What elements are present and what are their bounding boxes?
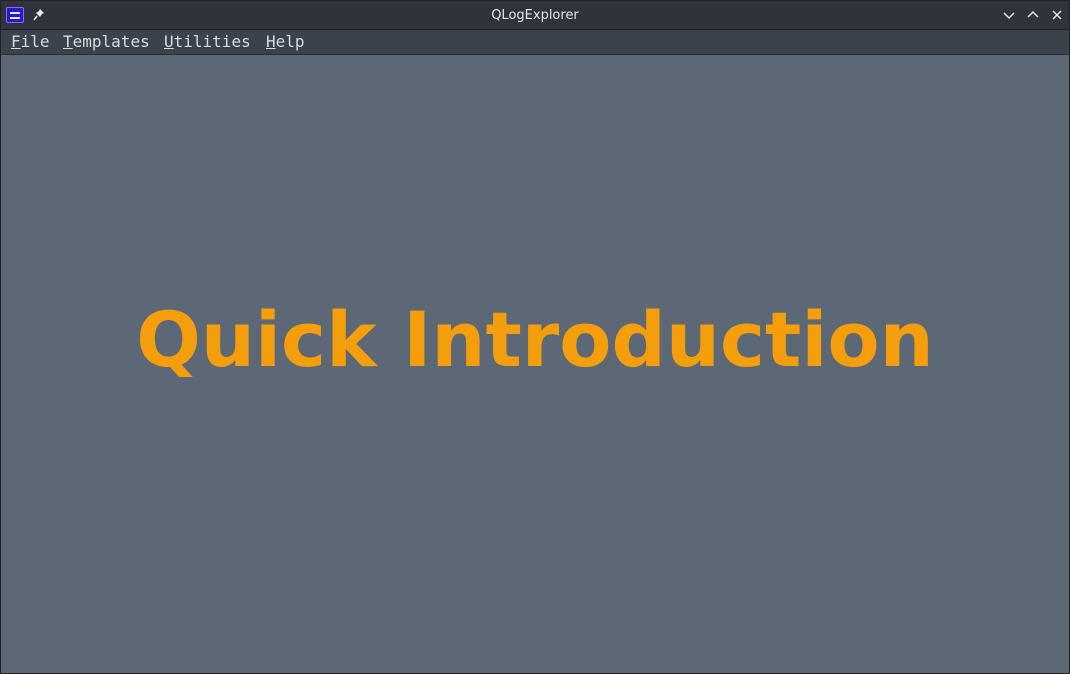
pin-icon[interactable]	[32, 7, 46, 23]
menu-file[interactable]: File	[11, 30, 50, 54]
menu-utilities[interactable]: Utilities	[164, 30, 251, 54]
app-menu-icon[interactable]	[6, 7, 24, 23]
menu-help[interactable]: Help	[266, 30, 305, 54]
menu-templates-label: emplates	[72, 32, 150, 51]
menu-templates[interactable]: Templates	[63, 30, 150, 54]
menu-file-label: ile	[20, 32, 50, 51]
menu-bar: File Templates Utilities Help	[1, 30, 1069, 55]
main-content: Quick Introduction	[1, 55, 1069, 673]
menu-help-mnemonic: H	[266, 32, 276, 51]
menu-utilities-label: tilities	[173, 32, 251, 51]
menu-help-label: elp	[275, 32, 305, 51]
quick-introduction-heading: Quick Introduction	[136, 295, 934, 384]
close-icon[interactable]	[1048, 6, 1066, 24]
menu-file-mnemonic: F	[11, 32, 21, 51]
chevron-up-icon[interactable]	[1024, 6, 1042, 24]
menu-utilities-mnemonic: U	[164, 32, 174, 51]
menu-templates-mnemonic: T	[63, 32, 73, 51]
application-window: QLogExplorer File Templates Utilities He…	[0, 0, 1070, 674]
chevron-down-icon[interactable]	[1000, 6, 1018, 24]
window-title: QLogExplorer	[491, 8, 579, 23]
title-bar[interactable]: QLogExplorer	[1, 1, 1069, 30]
